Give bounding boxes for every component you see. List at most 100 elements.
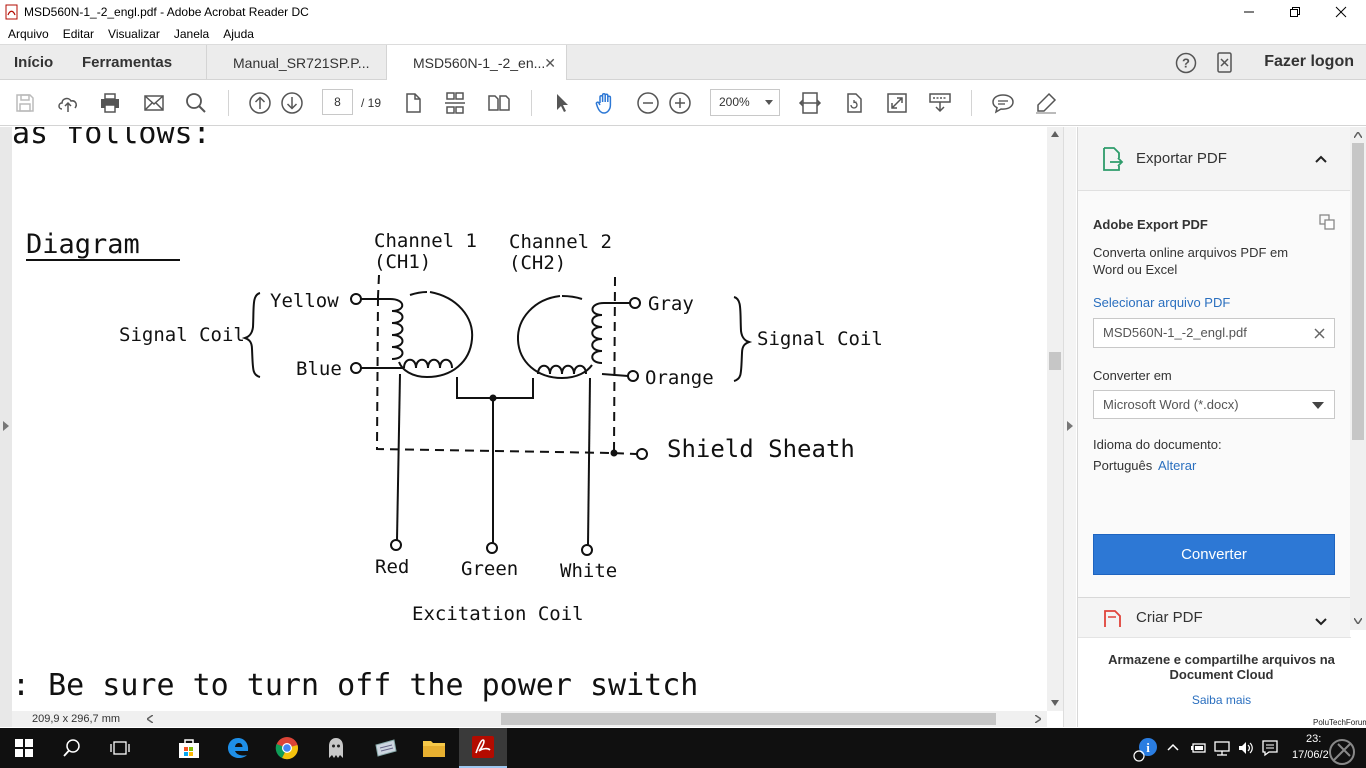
right-panel-toggle[interactable] — [1063, 127, 1076, 727]
scroll-down-icon[interactable] — [1354, 618, 1362, 624]
export-desc-line2: Word ou Excel — [1093, 262, 1178, 277]
network-icon[interactable] — [1213, 740, 1231, 756]
action-center-icon[interactable] — [1261, 739, 1279, 757]
learn-more-link[interactable]: Saiba mais — [1078, 693, 1365, 707]
taskbar-store[interactable] — [165, 728, 213, 768]
scroll-thumb[interactable] — [1352, 143, 1364, 440]
chevron-down-icon[interactable] — [1315, 618, 1327, 626]
taskbar-acrobat[interactable] — [459, 728, 507, 768]
select-tool-button[interactable] — [548, 89, 576, 117]
taskbar-chrome[interactable] — [263, 728, 311, 768]
highlight-button[interactable] — [1032, 89, 1060, 117]
menu-editar[interactable]: Editar — [63, 27, 94, 41]
print-button[interactable] — [96, 89, 124, 117]
comment-button[interactable] — [989, 89, 1017, 117]
toolbar — [0, 80, 1366, 126]
tab-home[interactable]: Início — [14, 45, 53, 80]
close-icon — [1335, 6, 1347, 18]
hand-tool-button[interactable] — [591, 89, 619, 117]
scroll-mode-button[interactable] — [441, 89, 469, 117]
convert-format-select[interactable]: Microsoft Word (*.docx) — [1093, 390, 1335, 419]
convert-to-label: Converter em — [1093, 368, 1172, 383]
chevron-up-icon[interactable] — [1167, 743, 1179, 751]
save-button[interactable] — [11, 89, 39, 117]
copy-icon[interactable] — [1319, 214, 1335, 230]
create-pdf-header[interactable]: Criar PDF — [1078, 597, 1351, 637]
scroll-up-icon[interactable] — [1051, 131, 1059, 137]
change-language-link[interactable]: Alterar — [1158, 458, 1196, 473]
expand-left-panel-icon[interactable] — [3, 421, 9, 431]
chevron-down-icon — [1312, 402, 1324, 409]
cloud-upload-icon — [58, 97, 77, 112]
document-horizontal-scrollbar[interactable] — [143, 711, 1047, 727]
scroll-left-icon[interactable] — [147, 715, 153, 723]
scroll-thumb[interactable] — [1049, 352, 1061, 370]
chevron-up-icon[interactable] — [1315, 155, 1327, 163]
next-page-button[interactable] — [278, 89, 306, 117]
keyboard-tools-button[interactable] — [926, 89, 954, 117]
battery-icon[interactable] — [1189, 740, 1207, 756]
scroll-right-icon[interactable] — [1035, 715, 1041, 723]
upload-button[interactable] — [54, 89, 82, 117]
page-number-input[interactable]: 8 — [322, 89, 353, 115]
zoom-out-button[interactable] — [634, 89, 662, 117]
collapse-panel-icon[interactable] — [1067, 421, 1073, 431]
ch2-label: Channel 2 — [509, 231, 612, 253]
tab-tools[interactable]: Ferramentas — [82, 45, 172, 80]
taskbar-file-explorer[interactable] — [410, 728, 458, 768]
signal-coil-right-label: Signal Coil — [757, 328, 883, 350]
menu-visualizar[interactable]: Visualizar — [108, 27, 160, 41]
scroll-up-icon[interactable] — [1354, 132, 1362, 138]
chevron-down-icon — [765, 100, 773, 105]
previous-page-button[interactable] — [246, 89, 274, 117]
zoom-select[interactable]: 200% — [710, 89, 780, 116]
menu-ajuda[interactable]: Ajuda — [223, 27, 254, 41]
taskbar-edge[interactable] — [214, 728, 262, 768]
task-view-button[interactable] — [96, 728, 144, 768]
zoom-in-button[interactable] — [666, 89, 694, 117]
clock-time[interactable]: 23: — [1306, 733, 1321, 745]
convert-button[interactable]: Converter — [1093, 534, 1335, 575]
task-view-icon — [110, 741, 130, 755]
login-link[interactable]: Fazer logon — [1264, 53, 1354, 71]
search-button[interactable] — [182, 89, 210, 117]
full-screen-button[interactable] — [883, 89, 911, 117]
taskbar-search-button[interactable] — [48, 728, 96, 768]
restore-button[interactable] — [1272, 0, 1318, 24]
export-desc-line1: Converta online arquivos PDF em — [1093, 245, 1289, 260]
tools-pane-scrollbar[interactable] — [1350, 127, 1366, 630]
fit-page-width-button[interactable] — [796, 89, 824, 117]
mobile-link-icon[interactable] — [1216, 52, 1234, 74]
tab-close-icon[interactable]: ✕ — [544, 55, 556, 72]
taskbar-notes-app[interactable] — [361, 728, 409, 768]
document-vertical-scrollbar[interactable] — [1047, 127, 1063, 711]
menu-janela[interactable]: Janela — [174, 27, 209, 41]
tab-doc-msd560[interactable]: MSD560N-1_-2_en... ✕ — [386, 45, 567, 81]
info-notification-icon[interactable]: i — [1131, 736, 1161, 762]
clear-file-icon[interactable] — [1314, 328, 1325, 339]
export-pdf-header[interactable]: Exportar PDF — [1078, 127, 1351, 191]
convert-format-value: Microsoft Word (*.docx) — [1103, 397, 1239, 412]
help-icon[interactable]: ? — [1175, 52, 1197, 74]
two-page-view-button[interactable] — [485, 89, 513, 117]
select-pdf-link[interactable]: Selecionar arquivo PDF — [1093, 295, 1230, 310]
tab-doc-manual[interactable]: Manual_SR721SP.P... — [206, 45, 386, 81]
hand-icon — [595, 93, 612, 114]
close-window-button[interactable] — [1318, 0, 1364, 24]
cloud-promo-line2: Document Cloud — [1169, 667, 1274, 682]
minimize-button[interactable] — [1226, 0, 1272, 24]
start-button[interactable] — [0, 728, 48, 768]
scroll-down-icon[interactable] — [1051, 700, 1059, 706]
scroll-thumb[interactable] — [501, 713, 996, 725]
email-button[interactable] — [140, 89, 168, 117]
single-page-view-button[interactable] — [399, 89, 427, 117]
menu-arquivo[interactable]: Arquivo — [8, 27, 49, 41]
wire-orange-label: Orange — [645, 367, 714, 389]
wire-yellow-label: Yellow — [270, 290, 339, 312]
selected-file-field[interactable]: MSD560N-1_-2_engl.pdf — [1093, 318, 1335, 348]
taskbar-ghost-app[interactable] — [312, 728, 360, 768]
volume-icon[interactable] — [1237, 740, 1255, 756]
rotate-button[interactable] — [840, 89, 868, 117]
document-view[interactable]: as follows: Diagram Channel 1 (CH1) Chan… — [12, 127, 1047, 711]
expand-icon — [887, 93, 907, 113]
